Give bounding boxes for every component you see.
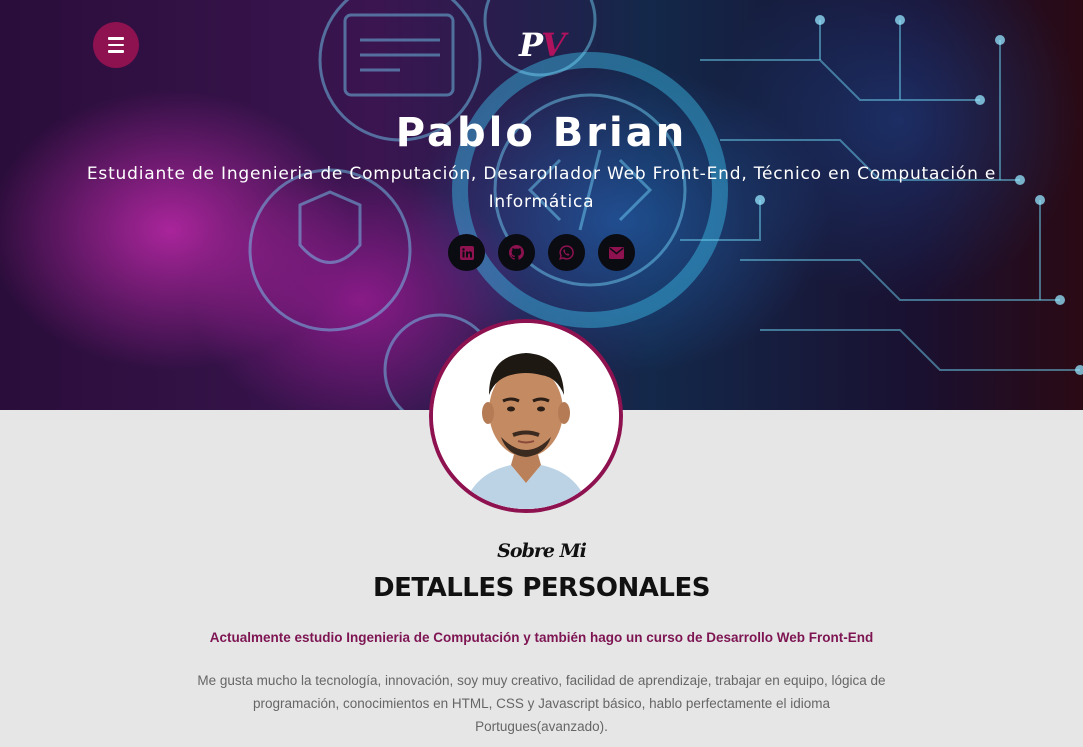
profile-photo: [433, 323, 619, 509]
section-kicker: Sobre Mi: [497, 540, 587, 562]
github-icon: [509, 245, 524, 260]
whatsapp-icon: [559, 245, 574, 260]
social-links: [0, 234, 1083, 271]
envelope-icon: [609, 246, 624, 259]
github-link[interactable]: [498, 234, 535, 271]
profile-name: Pablo Brian: [395, 110, 688, 156]
email-link[interactable]: [598, 234, 635, 271]
linkedin-link[interactable]: [448, 234, 485, 271]
about-body-text: Me gusta mucho la tecnología, innovación…: [197, 673, 886, 734]
logo-letter-p: P: [519, 26, 543, 64]
site-logo[interactable]: PV: [0, 26, 1083, 64]
profile-tagline: Estudiante de Ingenieria de Computación,…: [86, 164, 997, 212]
profile-avatar: [429, 319, 623, 513]
section-heading: DETALLES PERSONALES: [373, 573, 710, 603]
about-lead-text: Actualmente estudio Ingenieria de Comput…: [209, 630, 874, 645]
linkedin-icon: [459, 245, 474, 260]
logo-letter-v: V: [541, 26, 566, 64]
whatsapp-link[interactable]: [548, 234, 585, 271]
